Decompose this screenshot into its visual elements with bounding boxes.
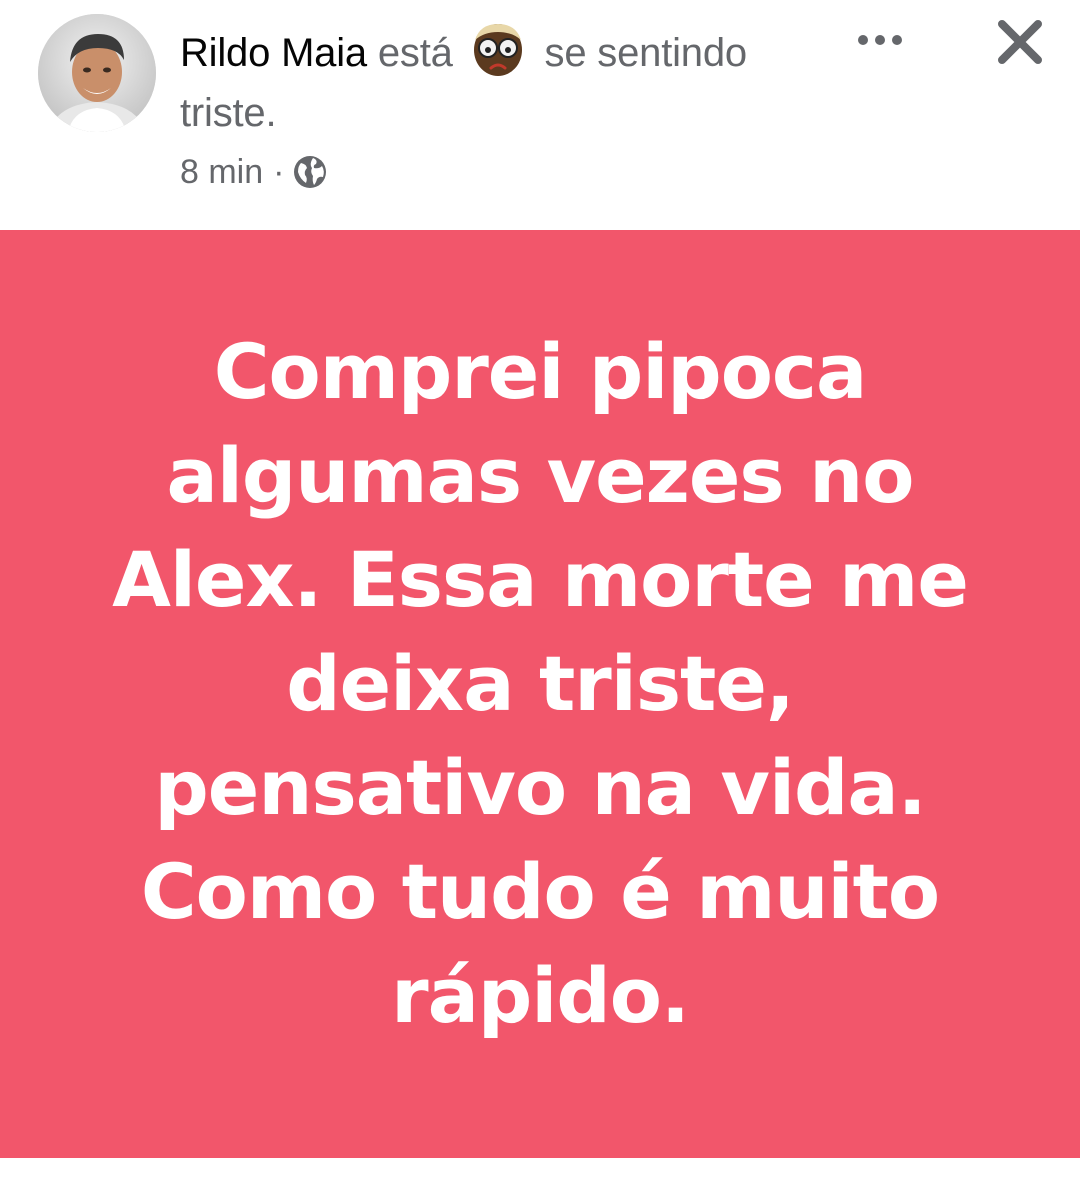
sad-face-emoji-icon [473, 24, 522, 76]
post-header: Rildo Maia está se sentindo triste. 8 mi… [0, 0, 1080, 230]
post-time[interactable]: 8 min [180, 148, 263, 196]
close-icon [998, 20, 1042, 64]
feeling-prefix: está [377, 31, 453, 75]
globe-icon[interactable] [292, 154, 328, 190]
post-meta: 8 min · [180, 148, 328, 196]
avatar-photo [38, 14, 156, 132]
post-body-text: Comprei pipoca algumas vezes no Alex. Es… [112, 327, 969, 1040]
facebook-post: Rildo Maia está se sentindo triste. 8 mi… [0, 0, 1080, 1184]
post-author-line: Rildo Maia está se sentindo triste. [180, 22, 830, 143]
post-text-card[interactable]: Comprei pipoca algumas vezes no Alex. Es… [0, 230, 1080, 1158]
feeling-text: se sentindo [544, 31, 748, 75]
close-button[interactable] [988, 10, 1052, 74]
author-avatar[interactable] [38, 14, 156, 132]
meta-separator: · [273, 153, 285, 191]
author-name[interactable]: Rildo Maia [180, 31, 367, 75]
feeling-word[interactable]: triste. [180, 91, 277, 135]
more-options-icon [858, 35, 902, 45]
more-options-button[interactable] [848, 18, 912, 62]
